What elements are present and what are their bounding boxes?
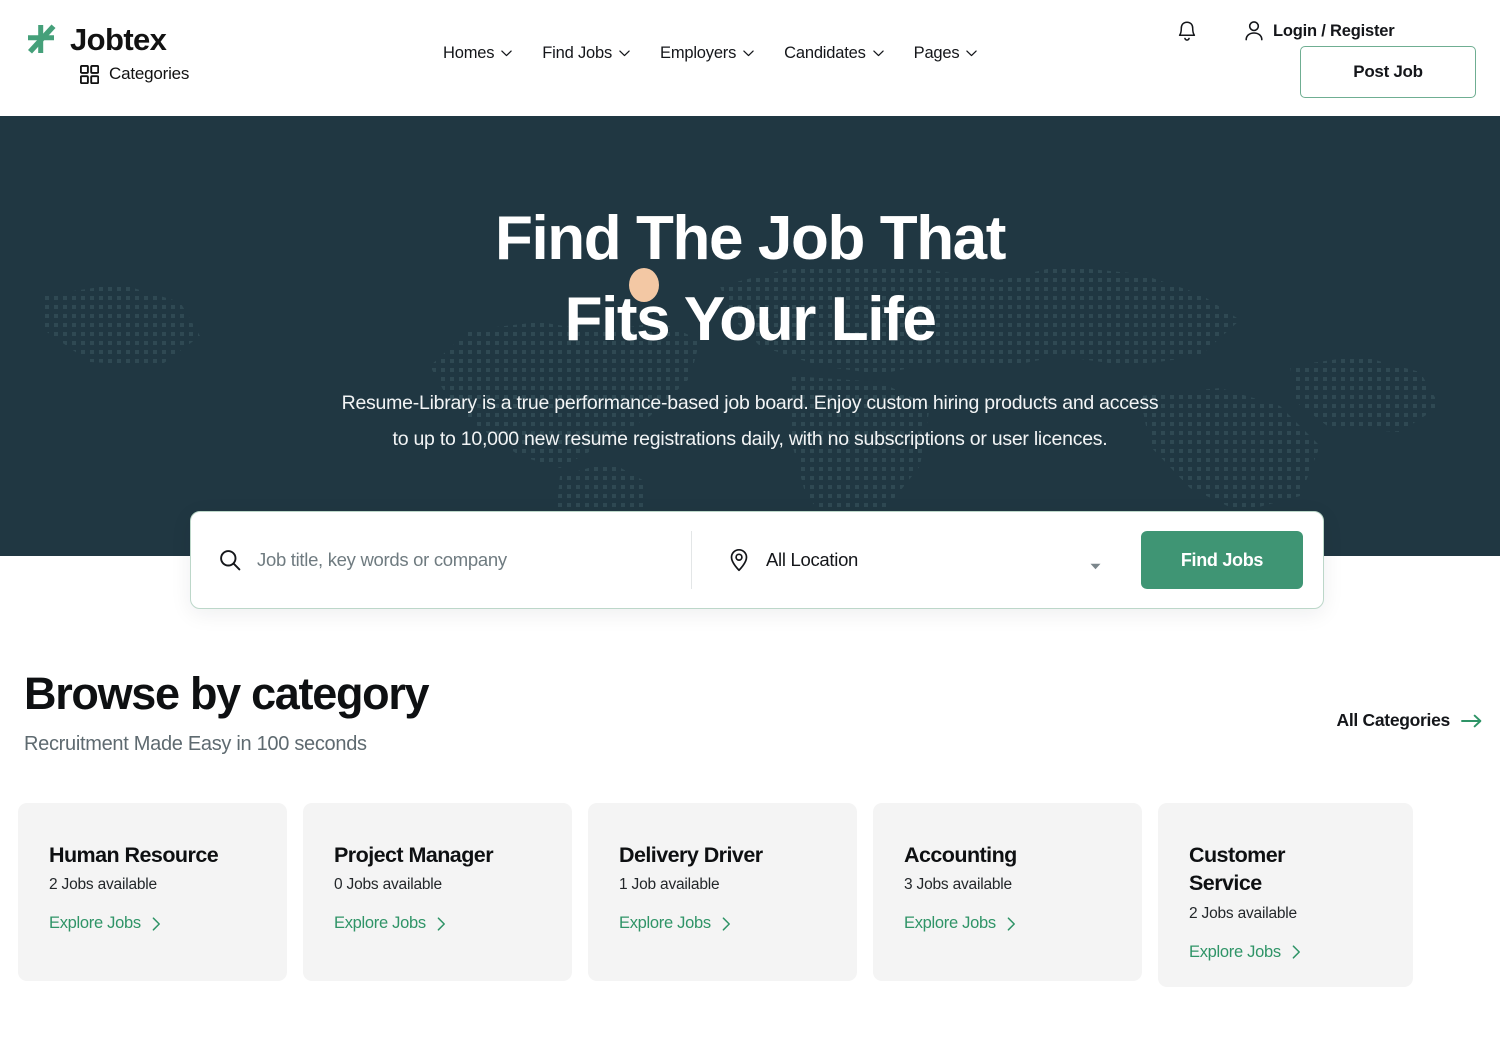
category-card-list: Human Resource 2 Jobs available Explore …: [0, 803, 1500, 987]
explore-jobs-link[interactable]: Explore Jobs: [619, 914, 831, 933]
card-job-count: 2 Jobs available: [1189, 904, 1297, 922]
site-header: Jobtex Categories Homes Find Jobs Employ…: [0, 0, 1500, 116]
explore-jobs-label: Explore Jobs: [904, 914, 996, 933]
chevron-right-icon: [722, 917, 731, 931]
post-job-label: Post Job: [1353, 62, 1423, 81]
explore-jobs-link[interactable]: Explore Jobs: [904, 914, 1116, 933]
card-title: Project Manager: [334, 843, 494, 867]
category-card-delivery-driver[interactable]: Delivery Driver 1 Job available Explore …: [588, 803, 857, 981]
browse-by-category-section: Browse by category Recruitment Made Easy…: [0, 556, 1500, 987]
grid-icon: [80, 64, 99, 84]
chevron-right-icon: [1007, 917, 1016, 931]
nav-item-find-jobs[interactable]: Find Jobs: [542, 44, 630, 63]
card-title: Customer Service: [1189, 843, 1286, 896]
hero-content: Find The Job That Fits Your Life Resume-…: [0, 116, 1500, 457]
login-register-label: Login / Register: [1273, 21, 1395, 40]
location-select[interactable]: All Location: [728, 533, 1141, 587]
explore-jobs-link[interactable]: Explore Jobs: [1189, 943, 1387, 962]
chevron-down-icon: [966, 50, 978, 57]
category-header: Browse by category Recruitment Made Easy…: [0, 669, 1500, 779]
nav-item-employers[interactable]: Employers: [660, 44, 754, 63]
chevron-right-icon: [152, 917, 161, 931]
field-divider: [691, 531, 692, 589]
explore-jobs-label: Explore Jobs: [619, 914, 711, 933]
location-value: All Location: [766, 549, 859, 570]
card-title: Accounting: [904, 843, 1017, 867]
search-input[interactable]: [257, 549, 691, 571]
chevron-down-icon: [501, 50, 512, 57]
keyword-field[interactable]: [219, 533, 691, 587]
chevron-down-icon: [743, 50, 754, 57]
search-icon: [219, 549, 241, 571]
nav-item-pages[interactable]: Pages: [914, 44, 978, 63]
hero-title-line2: Fits Your Life: [564, 284, 937, 354]
card-title: Human Resource: [49, 843, 219, 867]
category-card-accounting[interactable]: Accounting 3 Jobs available Explore Jobs: [873, 803, 1142, 981]
hero-section: Find The Job That Fits Your Life Resume-…: [0, 116, 1500, 556]
explore-jobs-link[interactable]: Explore Jobs: [49, 914, 261, 933]
hero-subtitle-line2: to up to 10,000 new resume registrations…: [392, 428, 1108, 451]
categories-menu-button[interactable]: Categories: [80, 64, 189, 84]
notification-bell-button[interactable]: [1176, 20, 1202, 46]
card-title: Delivery Driver: [619, 843, 763, 867]
hero-title-line1: Find The Job That: [494, 204, 1006, 273]
main-navigation: Homes Find Jobs Employers Candidates Pag…: [443, 44, 978, 63]
brand-block: Jobtex Categories: [24, 22, 189, 84]
login-register-link[interactable]: Login / Register: [1244, 20, 1395, 42]
chevron-down-icon: [619, 50, 630, 57]
category-card-project-manager[interactable]: Project Manager 0 Jobs available Explore…: [303, 803, 572, 981]
map-pin-icon: [728, 548, 750, 572]
brand-logo-link[interactable]: Jobtex: [24, 22, 189, 56]
caret-down-icon[interactable]: [1090, 557, 1101, 569]
nav-label-employers: Employers: [660, 44, 737, 62]
nav-label-pages: Pages: [913, 44, 960, 62]
post-job-button[interactable]: Post Job: [1300, 46, 1476, 98]
categories-label: Categories: [109, 64, 190, 83]
category-card-customer-service[interactable]: Customer Service 2 Jobs available Explor…: [1158, 803, 1413, 987]
section-title: Browse by category: [24, 668, 430, 719]
job-search-bar: All Location Find Jobs: [190, 511, 1324, 609]
user-account-icon: [1244, 20, 1264, 42]
explore-jobs-label: Explore Jobs: [49, 914, 141, 933]
card-job-count: 3 Jobs available: [904, 876, 1012, 894]
explore-jobs-link[interactable]: Explore Jobs: [334, 914, 546, 933]
nav-item-homes[interactable]: Homes: [443, 44, 512, 63]
hero-title-line2-wrap: Fits Your Life: [564, 267, 937, 361]
nav-label-homes: Homes: [443, 44, 495, 62]
header-actions: Login / Register Post Job: [1176, 14, 1476, 104]
section-subtitle: Recruitment Made Easy in 100 seconds: [24, 732, 367, 755]
brand-name: Jobtex: [70, 21, 167, 57]
nav-label-candidates: Candidates: [784, 44, 866, 62]
hero-title: Find The Job That Fits Your Life: [0, 199, 1500, 360]
chevron-down-icon: [872, 50, 884, 57]
arrow-right-icon: [1461, 714, 1482, 728]
card-job-count: 2 Jobs available: [49, 876, 157, 894]
chevron-right-icon: [437, 917, 446, 931]
notification-bell-icon: [1176, 20, 1202, 44]
card-job-count: 0 Jobs available: [334, 876, 442, 894]
search-bar-container: All Location Find Jobs: [190, 511, 1324, 609]
category-card-human-resource[interactable]: Human Resource 2 Jobs available Explore …: [18, 803, 287, 981]
hero-subtitle-line1: Resume-Library is a true performance-bas…: [341, 392, 1159, 415]
card-job-count: 1 Job available: [619, 876, 720, 894]
all-categories-label: All Categories: [1336, 710, 1451, 730]
nav-label-find-jobs: Find Jobs: [542, 44, 613, 62]
hero-subtitle: Resume-Library is a true performance-bas…: [0, 385, 1500, 457]
jobtex-logo-icon: [24, 22, 58, 56]
nav-item-candidates[interactable]: Candidates: [784, 44, 884, 63]
explore-jobs-label: Explore Jobs: [334, 914, 426, 933]
find-jobs-button[interactable]: Find Jobs: [1141, 531, 1303, 589]
all-categories-link[interactable]: All Categories: [1337, 710, 1482, 731]
chevron-right-icon: [1292, 945, 1301, 959]
explore-jobs-label: Explore Jobs: [1189, 942, 1281, 961]
